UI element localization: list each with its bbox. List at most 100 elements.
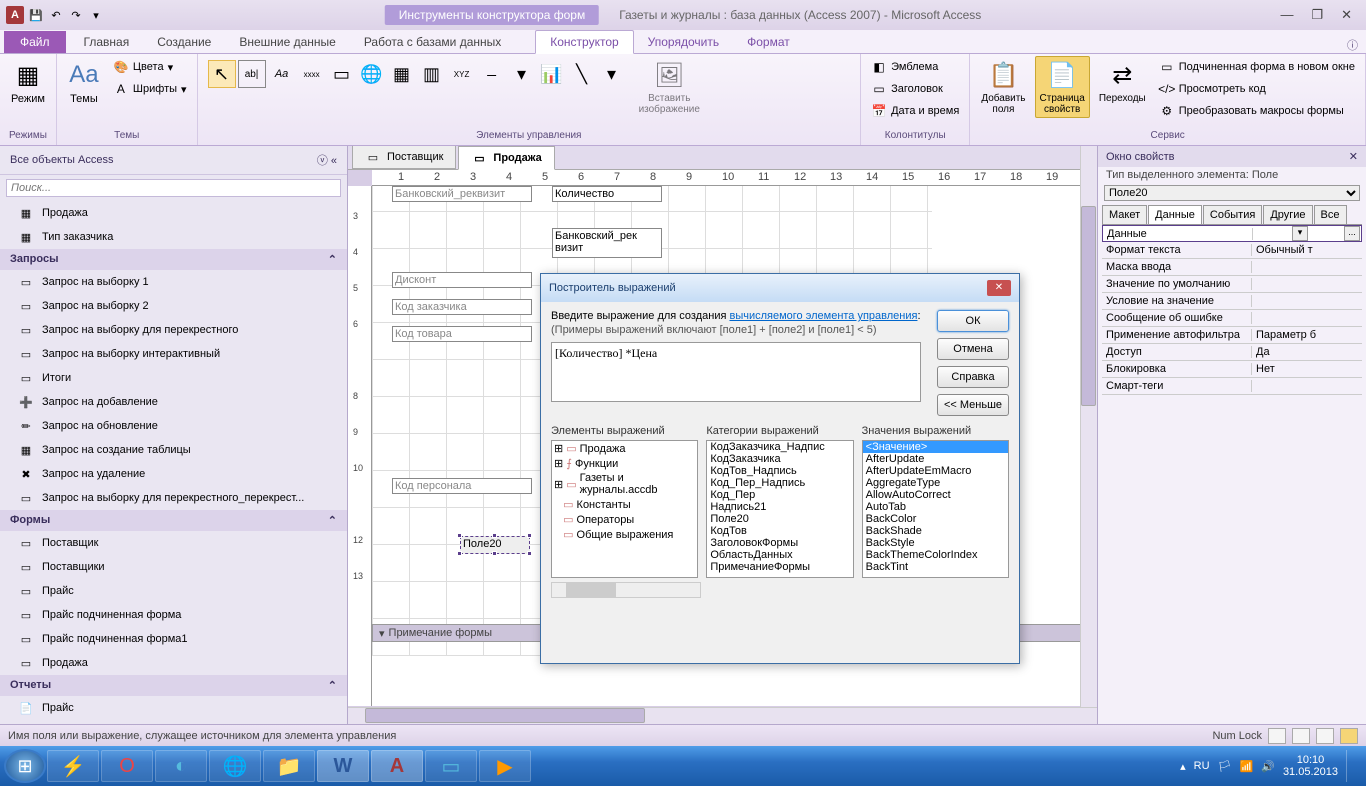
property-row[interactable]: Применение автофильтраПараметр б <box>1102 327 1362 344</box>
list-item[interactable]: BackStyle <box>863 537 1008 549</box>
list-item[interactable]: Код_Пер <box>707 489 852 501</box>
property-row[interactable]: Значение по умолчанию <box>1102 276 1362 293</box>
view-datasheet-button[interactable] <box>1292 728 1310 744</box>
nav-table-item[interactable]: ▦Тип заказчика <box>0 225 347 249</box>
file-tab[interactable]: Файл <box>4 31 66 53</box>
button-control[interactable]: xxxx <box>298 60 326 88</box>
prop-tab[interactable]: Другие <box>1263 205 1312 224</box>
nav-table-item[interactable]: ▦Продажа <box>0 201 347 225</box>
nav-query-item[interactable]: ✖Запрос на удаление <box>0 462 347 486</box>
list-item[interactable]: Код_Пер_Надпись <box>707 477 852 489</box>
expression-input[interactable] <box>551 342 921 402</box>
navigation-control[interactable]: ▦ <box>388 60 416 88</box>
more-controls[interactable]: ▾ <box>598 60 626 88</box>
property-row[interactable]: Смарт-теги <box>1102 378 1362 395</box>
emblem-button[interactable]: ◧Эмблема <box>867 56 963 78</box>
less-button[interactable]: << Меньше <box>937 394 1009 416</box>
nav-query-item[interactable]: ▭Запрос на выборку для перекрестного <box>0 318 347 342</box>
pointer-control[interactable]: ↖ <box>208 60 236 88</box>
tree-item[interactable]: ⊞⨍ Функции <box>552 456 697 471</box>
tray-up-icon[interactable]: ▴ <box>1180 760 1186 773</box>
property-row[interactable]: Маска ввода <box>1102 259 1362 276</box>
field-control[interactable]: Количество <box>552 186 662 202</box>
list-item[interactable]: Надпись21 <box>707 501 852 513</box>
tree-item[interactable]: ⊞▭ Продажа <box>552 441 697 456</box>
datetime-button[interactable]: 📅Дата и время <box>867 100 963 122</box>
field-label[interactable]: Код заказчика <box>392 299 532 315</box>
list-item[interactable]: КодТов_Надпись <box>707 465 852 477</box>
field-label[interactable]: Код товара <box>392 326 532 342</box>
property-row[interactable]: Данные▾... <box>1102 225 1362 242</box>
field-control[interactable]: Банковский_рек визит <box>552 228 662 258</box>
property-row[interactable]: Условие на значение <box>1102 293 1362 310</box>
nav-form-item[interactable]: ▭Продажа <box>0 651 347 675</box>
tab-control[interactable]: ▭ <box>328 60 356 88</box>
scrollbar-vertical[interactable] <box>1080 146 1097 724</box>
ok-button[interactable]: ОК <box>937 310 1009 332</box>
scrollbar-horizontal[interactable] <box>348 707 1097 724</box>
list-item[interactable]: AfterUpdateEmMacro <box>863 465 1008 477</box>
textbox-control[interactable]: ab| <box>238 60 266 88</box>
ribbon-tab[interactable]: Упорядочить <box>634 31 733 53</box>
list-item[interactable]: BackColor <box>863 513 1008 525</box>
ribbon-tab[interactable]: Главная <box>70 31 144 53</box>
nav-group-reports[interactable]: Отчеты⌃ <box>0 675 347 696</box>
nav-report-item[interactable]: 📄Прайс <box>0 696 347 720</box>
tree-item[interactable]: ▭ Операторы <box>552 512 697 527</box>
taskbar-explorer[interactable]: 📁 <box>263 750 315 782</box>
show-desktop-button[interactable] <box>1346 750 1356 782</box>
nav-query-item[interactable]: ▦Запрос на создание таблицы <box>0 438 347 462</box>
themes-button[interactable]: Aa Темы <box>63 56 105 108</box>
list-item[interactable]: ПримечаниеФормы <box>707 561 852 573</box>
taskbar-opera[interactable]: O <box>101 750 153 782</box>
help-button[interactable]: Справка <box>937 366 1009 388</box>
prop-tab[interactable]: Макет <box>1102 205 1147 224</box>
dialog-titlebar[interactable]: Построитель выражений ✕ <box>541 274 1019 302</box>
hyperlink-control[interactable]: 🌐 <box>358 60 386 88</box>
label-control[interactable]: Aa <box>268 60 296 88</box>
list-item[interactable]: AfterUpdate <box>863 453 1008 465</box>
ribbon-tab[interactable]: Работа с базами данных <box>350 31 515 53</box>
add-fields-button[interactable]: 📋 Добавить поля <box>976 56 1030 118</box>
subform-control[interactable]: ▥ <box>418 60 446 88</box>
property-row[interactable]: БлокировкаНет <box>1102 361 1362 378</box>
doc-tab[interactable]: ▭Продажа <box>458 146 554 170</box>
chevron-down-icon[interactable]: ⓥ <box>317 155 328 167</box>
view-form-button[interactable] <box>1268 728 1286 744</box>
field-label[interactable]: Код персонала <box>392 478 532 494</box>
nav-form-item[interactable]: ▭Прайс <box>0 579 347 603</box>
list-item[interactable]: КодЗаказчика <box>707 453 852 465</box>
tray-time[interactable]: 10:10 <box>1283 754 1338 766</box>
line-control[interactable]: ╲ <box>568 60 596 88</box>
nav-query-item[interactable]: ▭Запрос на выборку интерактивный <box>0 342 347 366</box>
nav-query-item[interactable]: ▭Запрос на выборку 1 <box>0 270 347 294</box>
nav-query-item[interactable]: ✏Запрос на обновление <box>0 414 347 438</box>
help-link[interactable]: вычисляемого элемента управления <box>729 310 917 322</box>
taskbar-mediaplayer[interactable]: ▶ <box>479 750 531 782</box>
fonts-button[interactable]: AШрифты ▾ <box>109 78 191 100</box>
prop-object-selector[interactable]: Поле20 <box>1104 185 1360 201</box>
convert-macros-button[interactable]: ⚙Преобразовать макросы формы <box>1155 100 1359 122</box>
property-row[interactable]: Формат текстаОбычный т <box>1102 242 1362 259</box>
subform-window-button[interactable]: ▭Подчиненная форма в новом окне <box>1155 56 1359 78</box>
scrollbar-horizontal[interactable] <box>551 582 701 598</box>
nav-header[interactable]: Все объекты Access ⓥ « <box>0 146 347 175</box>
ribbon-tab[interactable]: Создание <box>143 31 225 53</box>
list-item[interactable]: <Значение> <box>863 441 1008 453</box>
pagebreak-control[interactable]: ⎯ <box>478 60 506 88</box>
view-code-button[interactable]: </>Просмотреть код <box>1155 78 1359 100</box>
nav-group-forms[interactable]: Формы⌃ <box>0 510 347 531</box>
dialog-close-button[interactable]: ✕ <box>987 280 1011 296</box>
nav-form-item[interactable]: ▭Прайс подчиненная форма <box>0 603 347 627</box>
expression-elements-tree[interactable]: ⊞▭ Продажа⊞⨍ Функции⊞▭ Газеты и журналы.… <box>551 440 698 578</box>
taskbar-word[interactable]: W <box>317 750 369 782</box>
nav-form-item[interactable]: ▭Поставщик <box>0 531 347 555</box>
nav-group-queries[interactable]: Запросы⌃ <box>0 249 347 270</box>
cancel-button[interactable]: Отмена <box>937 338 1009 360</box>
prop-tab[interactable]: События <box>1203 205 1262 224</box>
property-row[interactable]: Сообщение об ошибке <box>1102 310 1362 327</box>
nav-form-item[interactable]: ▭Поставщики <box>0 555 347 579</box>
close-icon[interactable]: ✕ <box>1349 150 1358 163</box>
colors-button[interactable]: 🎨Цвета ▾ <box>109 56 191 78</box>
tree-item[interactable]: ▭ Общие выражения <box>552 527 697 542</box>
